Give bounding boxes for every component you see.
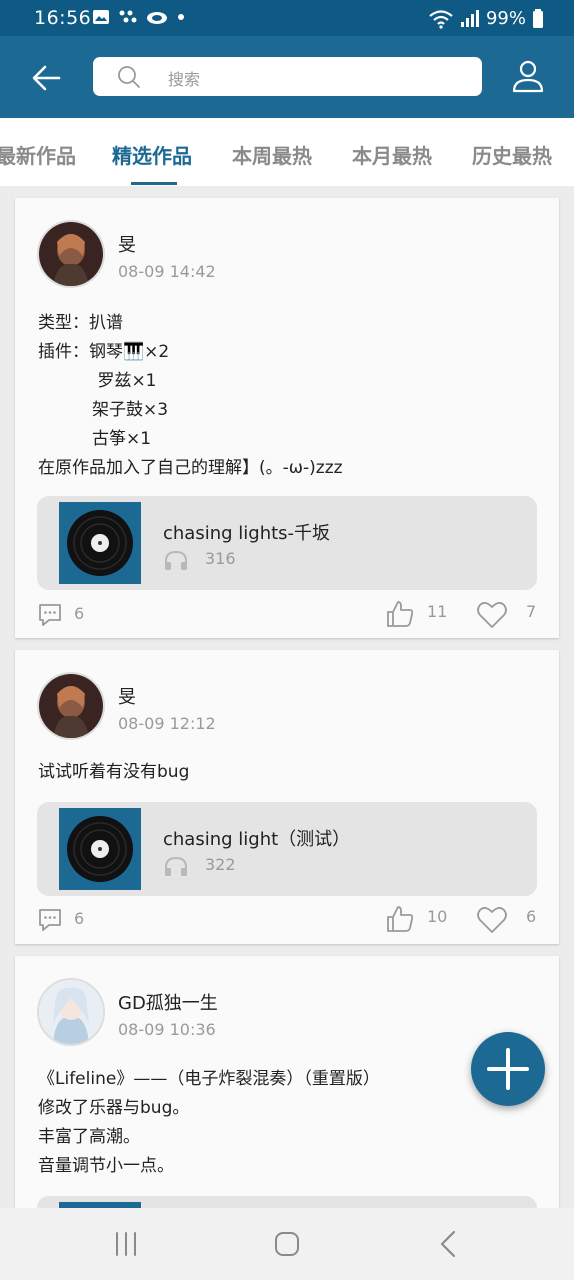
post-date: 08-09 10:36 xyxy=(118,1020,216,1039)
track-card[interactable]: chasing light（测试） 322 xyxy=(37,802,537,896)
post-card[interactable]: 旻 08-09 14:42 类型：扒谱 插件：钢琴🎹×2 罗兹×1 架子鼓×3 … xyxy=(15,198,559,638)
user-icon xyxy=(512,60,544,93)
favorite-count: 6 xyxy=(526,907,537,926)
tab-weekly-hot[interactable]: 本周最热 xyxy=(232,140,312,169)
post-card[interactable]: 旻 08-09 12:12 试试听着有没有bug chasing light（测… xyxy=(15,650,559,944)
status-time: 16:56 xyxy=(34,7,92,29)
heart-icon[interactable] xyxy=(476,905,508,935)
tab-featured[interactable]: 精选作品 xyxy=(112,140,192,169)
battery-icon xyxy=(533,8,543,28)
gallery-icon xyxy=(93,10,109,24)
battery-percent: 99% xyxy=(485,8,526,29)
user-profile-button[interactable] xyxy=(508,56,548,96)
avatar[interactable] xyxy=(37,978,105,1046)
recent-apps-button[interactable] xyxy=(108,1228,144,1260)
headphones-icon xyxy=(165,856,187,876)
comment-count: 6 xyxy=(74,909,85,928)
thumbs-up-icon[interactable] xyxy=(385,904,415,934)
app-bar: 搜索 xyxy=(0,36,574,118)
track-cover xyxy=(59,808,141,890)
plus-icon xyxy=(487,1048,529,1090)
track-title: chasing light（测试） xyxy=(163,829,351,850)
dots-icon xyxy=(119,10,137,23)
post-text: 试试听着有没有bug xyxy=(38,762,190,782)
post-actions: 6 11 7 xyxy=(15,598,559,632)
play-count: 322 xyxy=(205,855,236,874)
vinyl-record-icon xyxy=(67,510,133,576)
track-card[interactable]: chasing lights-千坂 316 xyxy=(37,496,537,590)
back-button[interactable] xyxy=(26,58,66,98)
create-post-button[interactable] xyxy=(471,1032,545,1106)
play-count: 316 xyxy=(205,549,236,568)
tab-latest[interactable]: 最新作品 xyxy=(0,140,76,169)
cloud-icon xyxy=(147,12,167,24)
comment-icon[interactable] xyxy=(37,907,63,933)
track-card[interactable] xyxy=(37,1196,537,1208)
post-text: 类型：扒谱 插件：钢琴🎹×2 罗兹×1 架子鼓×3 古筝×1 在原作品加入了自己… xyxy=(38,313,343,478)
search-placeholder: 搜索 xyxy=(168,70,201,89)
track-cover xyxy=(59,502,141,584)
system-nav-bar xyxy=(0,1208,574,1280)
avatar[interactable] xyxy=(37,672,105,740)
wifi-icon xyxy=(429,9,453,29)
author-name[interactable]: 旻 xyxy=(118,683,136,709)
vinyl-record-icon xyxy=(67,816,133,882)
like-count: 10 xyxy=(427,907,448,926)
back-arrow-icon xyxy=(32,65,61,91)
post-date: 08-09 14:42 xyxy=(118,262,216,281)
post-date: 08-09 12:12 xyxy=(118,714,216,733)
favorite-count: 7 xyxy=(526,602,537,621)
recents-icon xyxy=(116,1232,136,1256)
tab-monthly-hot[interactable]: 本月最热 xyxy=(352,140,432,169)
chevron-left-icon xyxy=(440,1230,456,1258)
comment-icon[interactable] xyxy=(37,602,63,628)
status-bar: 16:56 99% xyxy=(0,0,574,36)
heart-icon[interactable] xyxy=(476,600,508,630)
author-name[interactable]: 旻 xyxy=(118,231,136,257)
search-input[interactable]: 搜索 xyxy=(93,57,482,96)
search-icon xyxy=(118,66,140,88)
home-icon xyxy=(275,1232,299,1256)
system-back-button[interactable] xyxy=(430,1228,466,1260)
tab-all-time-hot[interactable]: 历史最热 xyxy=(472,140,552,169)
category-tabs: 最新作品 精选作品 本周最热 本月最热 历史最热 xyxy=(0,118,574,186)
home-button[interactable] xyxy=(269,1228,305,1260)
headphones-icon xyxy=(165,550,187,570)
author-name[interactable]: GD孤独一生 xyxy=(118,989,218,1015)
thumbs-up-icon[interactable] xyxy=(385,599,415,629)
dot-icon xyxy=(178,14,184,20)
post-actions: 6 10 6 xyxy=(15,903,559,937)
comment-count: 6 xyxy=(74,604,85,623)
avatar[interactable] xyxy=(37,220,105,288)
post-text: 《Lifeline》——（电子炸裂混奏）（重置版） 修改了乐器与bug。 丰富了… xyxy=(38,1069,380,1176)
tab-indicator xyxy=(131,182,177,185)
signal-icon xyxy=(460,9,479,27)
like-count: 11 xyxy=(427,602,448,621)
track-title: chasing lights-千坂 xyxy=(163,523,331,544)
